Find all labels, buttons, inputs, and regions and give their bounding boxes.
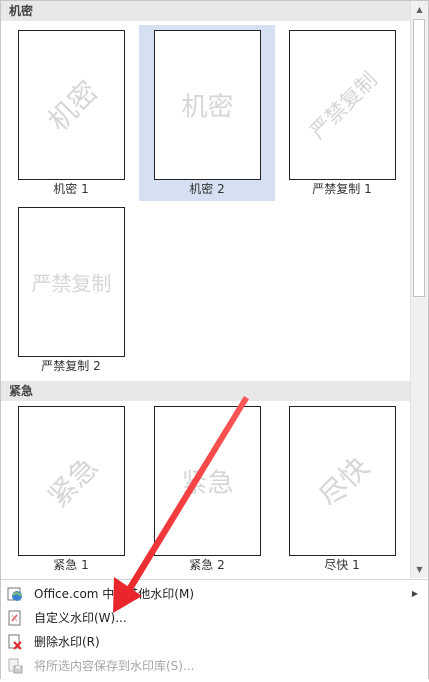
watermark-preview-text: 严禁复制 [305,67,382,144]
watermark-menu: Office.com 中的其他水印(M) ▶ 自定义水印(W)... 删除水印(… [1,579,428,679]
tile-label: 严禁复制 1 [312,182,372,196]
watermark-tile-asap-1[interactable]: 尽快 尽快 1 [274,401,410,577]
tile-label: 尽快 1 [324,558,360,572]
watermark-preview-text: 紧急 [41,450,105,514]
scroll-down-icon[interactable]: ▼ [411,561,428,578]
tile-label: 紧急 2 [189,558,225,572]
tile-label: 紧急 1 [53,558,89,572]
watermark-preview-text: 机密 [41,74,105,138]
watermark-tile-urgent-1[interactable]: 紧急 紧急 1 [3,401,139,577]
watermark-preview-text: 紧急 [181,468,234,499]
page-preview: 紧急 [18,406,125,556]
page-preview: 紧急 [154,406,261,556]
menu-item-remove-watermark[interactable]: 删除水印(R) [1,630,428,654]
watermark-tile-confidential-1[interactable]: 机密 机密 1 [3,25,139,201]
watermark-tile-confidential-2[interactable]: 机密 机密 2 [139,25,275,201]
menu-label: 删除水印(R) [34,635,100,649]
watermark-dropdown-panel: 机密 机密 机密 1 机密 机密 2 严禁复制 严禁复制 1 严禁复制 严禁复制… [0,0,429,679]
watermark-preview-text: 严禁复制 [31,271,112,296]
menu-item-more-watermarks[interactable]: Office.com 中的其他水印(M) ▶ [1,582,428,606]
section-header-urgent: 紧急 [1,381,410,401]
office-online-icon [7,586,23,602]
submenu-arrow-icon: ▶ [411,589,418,598]
menu-label: Office.com 中的其他水印(M) [34,587,195,601]
watermark-tile-do-not-copy-1[interactable]: 严禁复制 严禁复制 1 [274,25,410,201]
tile-label: 机密 1 [53,182,89,196]
scroll-up-icon[interactable]: ▲ [411,1,428,18]
menu-item-custom-watermark[interactable]: 自定义水印(W)... [1,606,428,630]
remove-watermark-icon [7,634,23,650]
tile-label: 严禁复制 2 [41,359,101,373]
watermark-gallery: 机密 机密 机密 1 机密 机密 2 严禁复制 严禁复制 1 严禁复制 严禁复制… [1,1,410,578]
custom-watermark-icon [7,610,23,626]
tile-label: 机密 2 [189,182,225,196]
vertical-scrollbar[interactable]: ▲ ▼ [410,1,428,578]
save-to-gallery-icon [7,658,23,674]
page-preview: 尽快 [289,406,396,556]
menu-label: 将所选内容保存到水印库(S)... [34,659,195,673]
section-header-confidential: 机密 [1,1,410,21]
page-preview: 机密 [154,30,261,180]
watermark-tile-do-not-copy-2[interactable]: 严禁复制 严禁复制 2 [3,202,139,378]
watermark-preview-text: 尽快 [312,450,376,514]
page-preview: 严禁复制 [289,30,396,180]
watermark-tile-urgent-2[interactable]: 紧急 紧急 2 [139,401,275,577]
watermark-preview-text: 机密 [181,92,234,123]
menu-label: 自定义水印(W)... [34,611,127,625]
menu-item-save-to-gallery: 将所选内容保存到水印库(S)... [1,654,428,678]
page-preview: 严禁复制 [18,207,125,357]
page-preview: 机密 [18,30,125,180]
scroll-thumb[interactable] [413,19,425,297]
